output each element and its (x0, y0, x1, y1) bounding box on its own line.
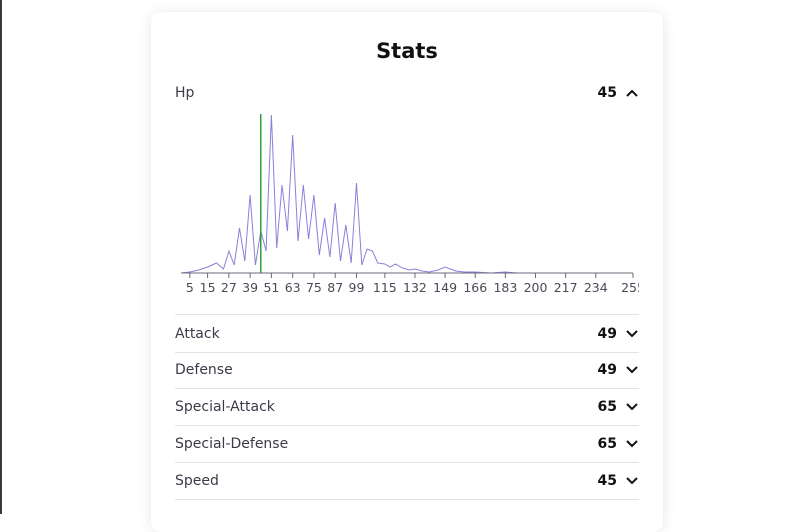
stat-row-special-attack[interactable]: Special-Attack 65 (175, 388, 639, 426)
x-tick-label: 132 (403, 280, 427, 295)
stat-value: 45 (597, 84, 617, 101)
x-tick-label: 75 (306, 280, 322, 295)
x-tick-label: 15 (200, 280, 216, 295)
stat-row-hp[interactable]: Hp 45 (175, 74, 639, 111)
x-tick-label: 115 (373, 280, 397, 295)
page-title: Stats (376, 39, 438, 63)
x-tick-label: 27 (221, 280, 237, 295)
x-tick-label: 87 (327, 280, 343, 295)
stat-label: Special-Attack (175, 398, 275, 415)
x-tick-label: 5 (186, 280, 194, 295)
x-tick-label: 255 (621, 280, 639, 295)
chevron-down-icon[interactable] (625, 437, 639, 451)
stat-label: Hp (175, 84, 195, 101)
stat-value: 65 (597, 398, 617, 415)
stat-value: 49 (597, 325, 617, 342)
stat-row-special-defense[interactable]: Special-Defense 65 (175, 425, 639, 463)
stat-label: Speed (175, 472, 219, 489)
stat-row-defense[interactable]: Defense 49 (175, 351, 639, 389)
window-edge (0, 0, 2, 514)
x-tick-label: 63 (285, 280, 301, 295)
stat-row-attack[interactable]: Attack 49 (175, 314, 639, 353)
x-tick-label: 51 (263, 280, 279, 295)
x-tick-label: 234 (584, 280, 608, 295)
stat-value: 45 (597, 472, 617, 489)
x-tick-label: 200 (524, 280, 548, 295)
chevron-down-icon[interactable] (625, 400, 639, 414)
x-tick-label: 39 (242, 280, 258, 295)
chevron-up-icon[interactable] (625, 86, 639, 100)
x-tick-label: 149 (433, 280, 457, 295)
stat-label: Special-Defense (175, 435, 289, 452)
x-tick-label: 217 (554, 280, 578, 295)
chevron-down-icon[interactable] (625, 327, 639, 341)
chevron-down-icon[interactable] (625, 363, 639, 377)
x-tick-label: 166 (463, 280, 487, 295)
stat-row-speed[interactable]: Speed 45 (175, 462, 639, 500)
chevron-down-icon[interactable] (625, 474, 639, 488)
stat-value: 65 (597, 435, 617, 452)
stat-label: Defense (175, 361, 233, 378)
stat-label: Attack (175, 325, 220, 342)
stat-value: 49 (597, 361, 617, 378)
chart-svg: 5 15 27 39 51 63 75 87 99 115 132 149 166 183 200 217 23… (180, 114, 645, 295)
series-line (180, 114, 633, 274)
hp-distribution-chart: 5 15 27 39 51 63 75 87 99 115 132 149 166 183 200 217 23… (175, 108, 645, 300)
stats-card: Stats Hp 45 5 15 27 39 51 63 75 87 99 115 132 149 16… (151, 12, 663, 532)
x-tick-label: 183 (493, 280, 517, 295)
x-tick-label: 99 (349, 280, 365, 295)
